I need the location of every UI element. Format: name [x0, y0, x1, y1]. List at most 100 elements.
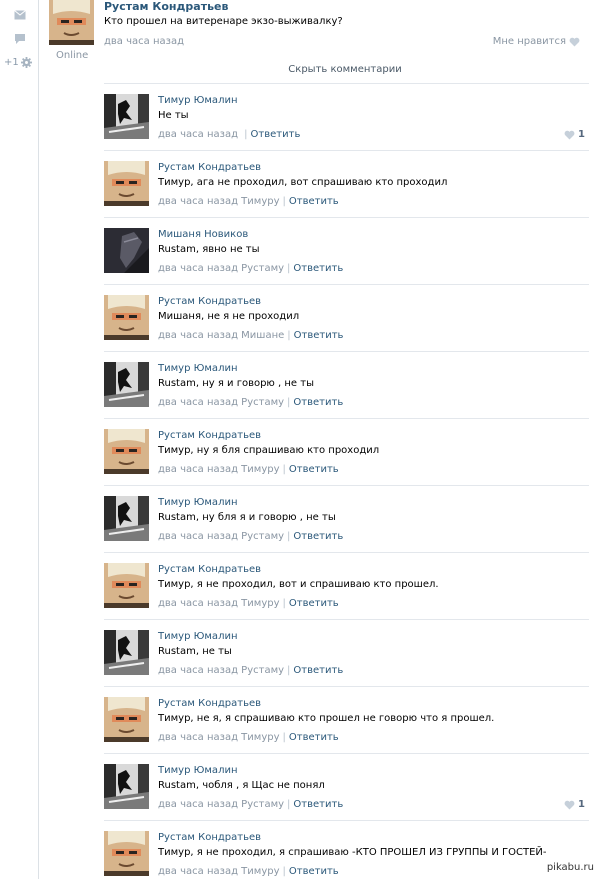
reply-button[interactable]: Ответить [289, 196, 339, 207]
comment-time[interactable]: два часа назад [158, 732, 238, 743]
comment-item: Рустам Кондратьев Тимур, не я, я спрашив… [104, 686, 589, 753]
post-author-link[interactable]: Рустам Кондратьев [104, 0, 228, 13]
comment-avatar[interactable] [104, 429, 149, 474]
post-time-link[interactable]: два часа назад [104, 36, 184, 47]
comment-meta: два часа назад Тимуру | Ответить [158, 732, 339, 743]
reply-to[interactable]: Тимуру [241, 866, 279, 877]
comment-time[interactable]: два часа назад [158, 196, 238, 207]
reply-button[interactable]: Ответить [289, 866, 339, 877]
comment-avatar[interactable] [104, 295, 149, 340]
comment-author-link[interactable]: Тимур Юмалин [158, 765, 238, 776]
comment-author-link[interactable]: Тимур Юмалин [158, 95, 238, 106]
reply-button[interactable]: Ответить [289, 464, 339, 475]
reply-button[interactable]: Ответить [293, 799, 343, 810]
comment-meta: два часа назад Рустаму | Ответить [158, 531, 343, 542]
comment-avatar[interactable] [104, 228, 149, 273]
meta-separator: | [282, 866, 286, 877]
comment-item: Рустам Кондратьев Тимур, я не проходил, … [104, 820, 589, 887]
comment-avatar[interactable] [104, 161, 149, 206]
comment-icon[interactable] [14, 33, 28, 47]
comment-time[interactable]: два часа назад [158, 330, 238, 341]
comments-list: Тимур Юмалин Не ты два часа назад | Ответ… [104, 83, 589, 887]
avatar-rustam-image [104, 161, 149, 206]
reply-button[interactable]: Ответить [289, 598, 339, 609]
comment-meta: два часа назад Тимуру | Ответить [158, 196, 339, 207]
avatar-rustam-image [104, 831, 149, 876]
comment-time[interactable]: два часа назад [158, 531, 238, 542]
comment-author-link[interactable]: Рустам Кондратьев [158, 162, 261, 173]
post-like-button[interactable]: Мне нравится [493, 36, 580, 47]
comment-text: Rustam, ну бля я и говорю , не ты [158, 512, 336, 523]
comment-time[interactable]: два часа назад [158, 129, 238, 140]
comment-author-link[interactable]: Тимур Юмалин [158, 631, 238, 642]
reply-to[interactable]: Тимуру [241, 196, 279, 207]
comment-avatar[interactable] [104, 697, 149, 742]
reply-button[interactable]: Ответить [293, 531, 343, 542]
reply-button[interactable]: Ответить [293, 397, 343, 408]
reply-button[interactable]: Ответить [289, 732, 339, 743]
reply-to[interactable]: Тимуру [241, 464, 279, 475]
comment-meta: два часа назад Рустаму | Ответить [158, 263, 343, 274]
avatar-timur-image [104, 764, 149, 809]
left-rail: +1 [0, 0, 39, 879]
meta-separator: | [282, 464, 286, 475]
reply-to[interactable]: Мишане [241, 330, 284, 341]
comment-avatar[interactable] [104, 496, 149, 541]
comment-avatar[interactable] [104, 831, 149, 876]
comment-author-link[interactable]: Рустам Кондратьев [158, 430, 261, 441]
meta-separator: | [282, 196, 286, 207]
meta-separator: | [287, 665, 291, 676]
meta-separator: | [287, 263, 291, 274]
comment-item: Тимур Юмалин Rustam, чобля , я Щас не по… [104, 753, 589, 820]
hide-comments-link[interactable]: Скрыть комментарии [0, 64, 600, 75]
comment-avatar[interactable] [104, 764, 149, 809]
reply-to[interactable]: Рустаму [241, 397, 284, 408]
post-text: Кто прошел на витеренаре экзо-выживалку? [104, 16, 343, 27]
comment-time[interactable]: два часа назад [158, 665, 238, 676]
comment-author-link[interactable]: Тимур Юмалин [158, 497, 238, 508]
comment-meta: два часа назад Рустаму | Ответить [158, 397, 343, 408]
comment-avatar[interactable] [104, 362, 149, 407]
comment-like-button[interactable]: 1 [564, 799, 585, 810]
comment-avatar[interactable] [104, 563, 149, 608]
reply-to[interactable]: Рустаму [241, 799, 284, 810]
comment-time[interactable]: два часа назад [158, 397, 238, 408]
comment-time[interactable]: два часа назад [158, 866, 238, 877]
comment-author-link[interactable]: Рустам Кондратьев [158, 564, 261, 575]
comment-text: Тимур, не я, я спрашиваю кто прошел не г… [158, 713, 495, 724]
comment-author-link[interactable]: Мишаня Новиков [158, 229, 248, 240]
reply-button[interactable]: Ответить [293, 665, 343, 676]
comment-author-link[interactable]: Рустам Кондратьев [158, 832, 261, 843]
comment-author-link[interactable]: Рустам Кондратьев [158, 698, 261, 709]
comment-time[interactable]: два часа назад [158, 464, 238, 475]
comment-text: Мишаня, не я не проходил [158, 311, 300, 322]
comment-time[interactable]: два часа назад [158, 263, 238, 274]
reply-to[interactable]: Рустаму [241, 531, 284, 542]
comment-avatar[interactable] [104, 94, 149, 139]
reply-to[interactable]: Рустаму [241, 263, 284, 274]
comment-time[interactable]: два часа назад [158, 598, 238, 609]
comment-item: Рустам Кондратьев Тимур, я не проходил, … [104, 552, 589, 619]
comment-time[interactable]: два часа назад [158, 799, 238, 810]
meta-separator: | [282, 598, 286, 609]
comment-like-count: 1 [578, 129, 585, 140]
reply-button[interactable]: Ответить [294, 330, 344, 341]
comment-meta: два часа назад Рустаму | Ответить [158, 799, 343, 810]
reply-button[interactable]: Ответить [251, 129, 301, 140]
comment-author-link[interactable]: Тимур Юмалин [158, 363, 238, 374]
reply-button[interactable]: Ответить [293, 263, 343, 274]
comment-meta: два часа назад Тимуру | Ответить [158, 464, 339, 475]
comment-author-link[interactable]: Рустам Кондратьев [158, 296, 261, 307]
comment-avatar[interactable] [104, 630, 149, 675]
comment-item: Мишаня Новиков Rustam, явно не ты два ча… [104, 217, 589, 284]
comment-text: Rustam, не ты [158, 646, 232, 657]
mail-icon[interactable] [14, 10, 28, 24]
meta-separator: | [287, 397, 291, 408]
post-avatar[interactable] [49, 0, 94, 45]
comment-like-button[interactable]: 1 [564, 129, 585, 140]
reply-to[interactable]: Рустаму [241, 665, 284, 676]
reply-to[interactable]: Тимуру [241, 732, 279, 743]
reply-to[interactable]: Тимуру [241, 598, 279, 609]
online-status: Online [56, 50, 89, 61]
comment-text: Тимур, ага не проходил, вот спрашиваю кт… [158, 177, 448, 188]
